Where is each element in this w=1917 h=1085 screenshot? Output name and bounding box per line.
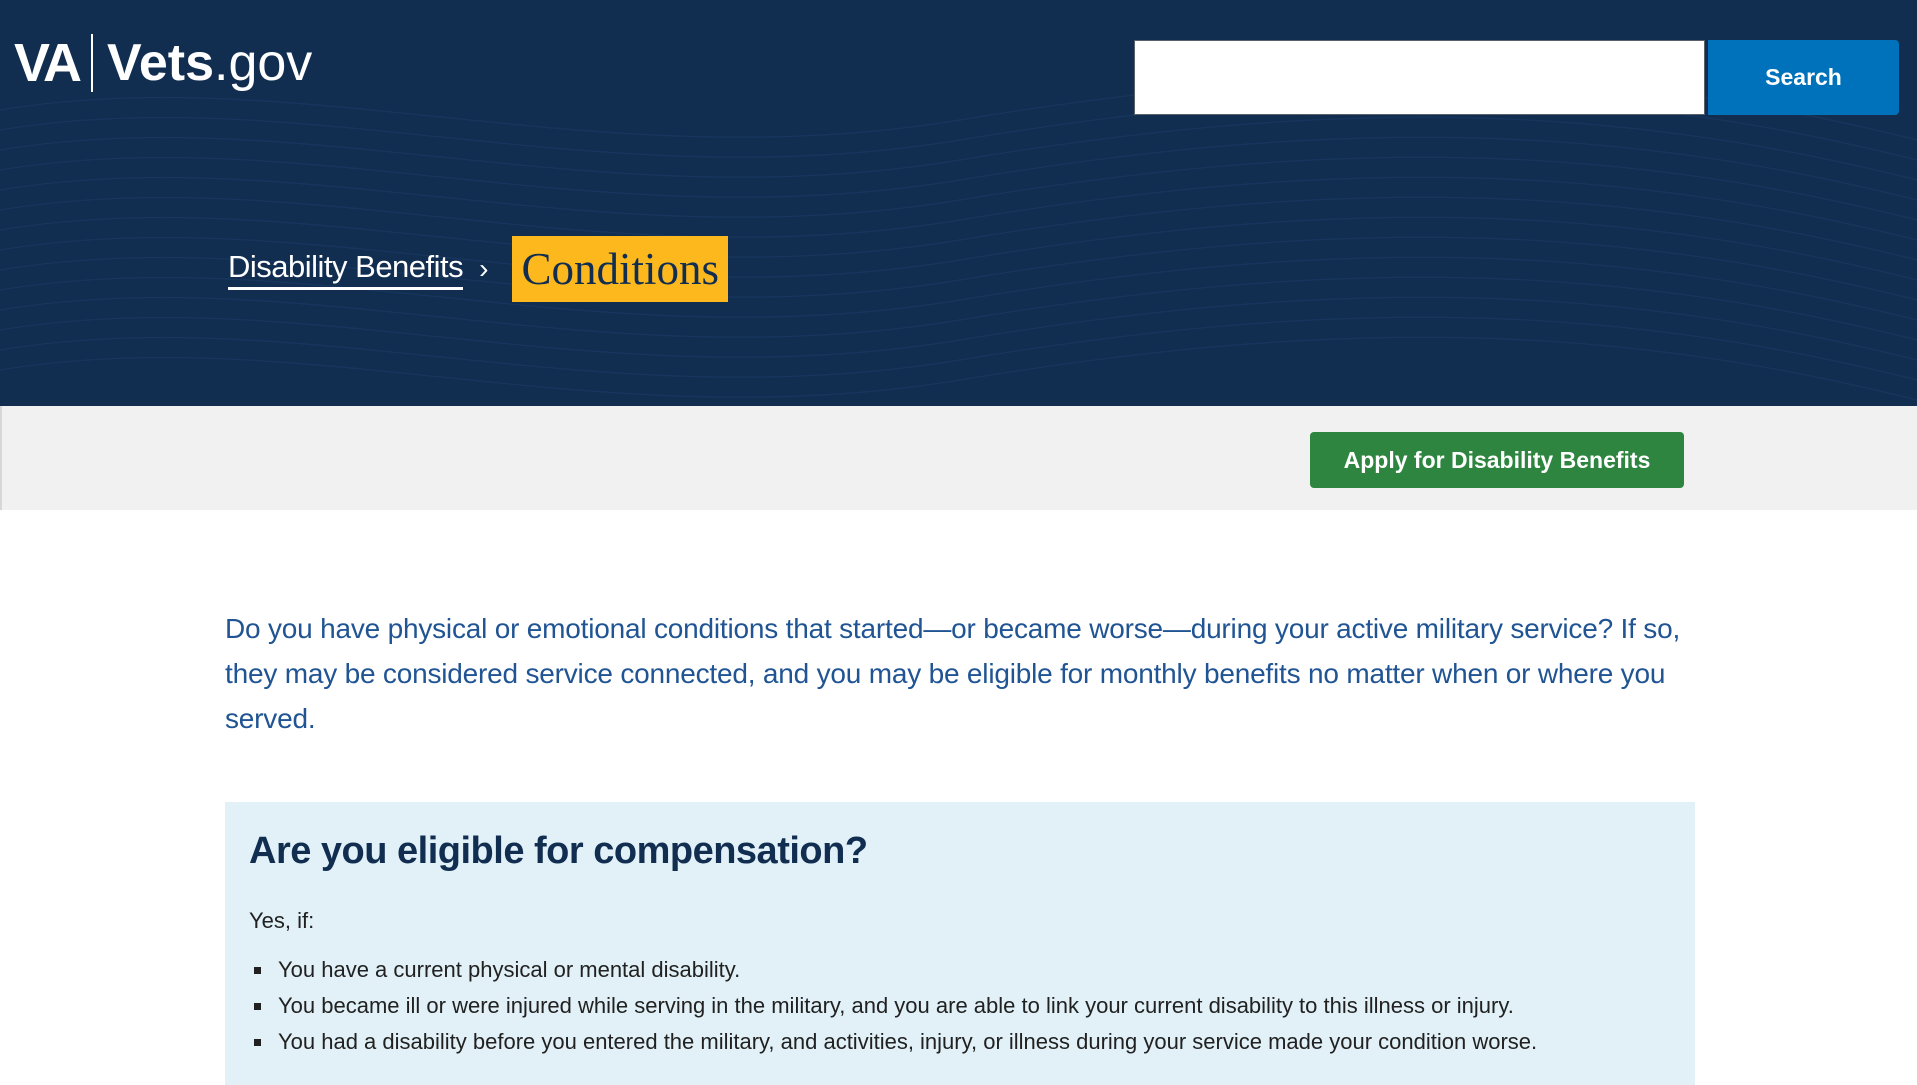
eligibility-list: You have a current physical or mental di… bbox=[249, 952, 1537, 1060]
list-item-text: You had a disability before you entered … bbox=[278, 1029, 1538, 1054]
breadcrumb-disability-benefits-link[interactable]: Disability Benefits bbox=[228, 249, 464, 290]
logo-divider bbox=[91, 34, 94, 92]
breadcrumb: Disability Benefits › Conditions bbox=[228, 236, 729, 302]
logo-gov-text: gov bbox=[228, 34, 313, 92]
breadcrumb-current-page: Conditions bbox=[512, 236, 729, 302]
list-item-text: You have a current physical or mental di… bbox=[278, 957, 741, 982]
list-item-text: You became ill or were injured while ser… bbox=[278, 993, 1514, 1018]
square-bullet-icon bbox=[254, 1003, 261, 1010]
list-item: You have a current physical or mental di… bbox=[249, 952, 1537, 988]
search-button[interactable]: Search bbox=[1708, 40, 1899, 115]
square-bullet-icon bbox=[254, 967, 261, 974]
eligibility-heading: Are you eligible for compensation? bbox=[249, 830, 868, 872]
logo-dot-text: . bbox=[214, 34, 229, 92]
search-input[interactable] bbox=[1134, 40, 1705, 115]
list-item: You had a disability before you entered … bbox=[249, 1024, 1537, 1060]
logo-va-text: VA bbox=[14, 33, 82, 93]
list-item: You became ill or were injured while ser… bbox=[249, 988, 1537, 1024]
eligibility-callout: Are you eligible for compensation? Yes, … bbox=[225, 802, 1695, 1085]
vets-gov-logo[interactable]: VA Vets. gov bbox=[14, 28, 312, 98]
logo-vets-text: Vets bbox=[107, 34, 214, 92]
action-bar: Apply for Disability Benefits bbox=[0, 406, 1917, 510]
eligibility-lead-text: Yes, if: bbox=[249, 908, 315, 933]
intro-paragraph: Do you have physical or emotional condit… bbox=[225, 613, 1681, 734]
breadcrumb-separator-icon: › bbox=[479, 253, 489, 284]
square-bullet-icon bbox=[254, 1039, 261, 1046]
site-header: VA Vets. gov Search Disability Benefits ›… bbox=[0, 0, 1917, 406]
apply-for-disability-benefits-button[interactable]: Apply for Disability Benefits bbox=[1310, 432, 1684, 488]
